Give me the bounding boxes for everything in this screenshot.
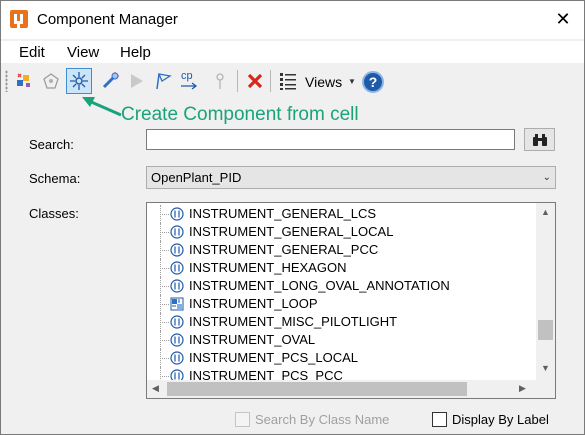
- class-name: INSTRUMENT_GENERAL_LCS: [189, 206, 377, 221]
- scroll-down-icon[interactable]: ▼: [541, 363, 550, 373]
- new-component-icon: [17, 73, 30, 87]
- classes-label: Classes:: [29, 206, 79, 221]
- chevron-down-icon: ▼: [348, 77, 356, 86]
- class-list-item[interactable]: INSTRUMENT_PCS_LOCAL: [147, 349, 535, 367]
- instrument-class-icon: [170, 225, 184, 239]
- menu-view[interactable]: View: [67, 44, 99, 61]
- pin-button[interactable]: [207, 68, 233, 94]
- display-by-label-checkbox[interactable]: [432, 412, 447, 427]
- search-by-class-name-label: Search By Class Name: [255, 412, 390, 427]
- wand-tool-icon: [102, 72, 119, 89]
- horizontal-scroll-thumb[interactable]: [167, 382, 467, 396]
- class-name: INSTRUMENT_LONG_OVAL_ANNOTATION: [189, 278, 450, 293]
- instrument-class-icon: [170, 333, 184, 347]
- callout-arrow-icon: [82, 97, 122, 117]
- list-view-icon: [280, 73, 296, 90]
- chevron-down-icon: ⌄: [542, 172, 551, 183]
- instrument-class-icon: [170, 279, 184, 293]
- menu-edit[interactable]: Edit: [19, 44, 45, 61]
- list-view-button[interactable]: [275, 68, 301, 94]
- instrument-class-icon: [170, 207, 184, 221]
- display-by-label-label: Display By Label: [452, 412, 549, 427]
- class-name: INSTRUMENT_GENERAL_LOCAL: [189, 224, 394, 239]
- wand-tool-button[interactable]: [97, 68, 123, 94]
- tree-connector: [160, 214, 169, 215]
- window-title: Component Manager: [37, 11, 178, 28]
- app-icon: [10, 10, 28, 28]
- component-from-shape-button[interactable]: [38, 68, 64, 94]
- tree-connector: [160, 250, 169, 251]
- search-by-class-name-checkbox[interactable]: [235, 412, 250, 427]
- class-list-item[interactable]: INSTRUMENT_LOOP: [147, 295, 535, 313]
- class-list-item[interactable]: INSTRUMENT_MISC_PILOTLIGHT: [147, 313, 535, 331]
- scroll-up-icon[interactable]: ▲: [541, 207, 550, 217]
- vertical-scroll-thumb[interactable]: [538, 320, 553, 340]
- menu-help[interactable]: Help: [120, 44, 151, 61]
- scrollbar-corner: [536, 380, 555, 398]
- cp-text: cp: [181, 70, 193, 82]
- flag-button[interactable]: [150, 68, 176, 94]
- search-input[interactable]: [146, 129, 515, 150]
- class-list-item[interactable]: INSTRUMENT_GENERAL_LCS: [147, 205, 535, 223]
- tree-connector: [160, 322, 169, 323]
- search-button[interactable]: [524, 128, 555, 151]
- new-component-button[interactable]: [11, 68, 37, 94]
- tree-connector: [160, 304, 169, 305]
- help-icon[interactable]: ?: [362, 71, 384, 93]
- toolbar-grip[interactable]: [5, 70, 8, 92]
- binoculars-icon: [532, 133, 547, 146]
- tree-connector: [160, 376, 169, 377]
- tree-connector: [160, 268, 169, 269]
- instrument-class-icon: [170, 351, 184, 365]
- toolbar-separator: [237, 70, 238, 92]
- instrument-class-icon: [170, 315, 184, 329]
- create-component-from-cell-icon: [43, 73, 59, 89]
- tree-connector: [160, 286, 169, 287]
- callout-text: Create Component from cell: [121, 104, 359, 125]
- instrument-class-icon: [170, 243, 184, 257]
- views-dropdown[interactable]: Views: [305, 74, 342, 90]
- delete-button[interactable]: [242, 68, 268, 94]
- create-component-from-cell-button[interactable]: [66, 68, 92, 94]
- class-list-item[interactable]: INSTRUMENT_GENERAL_PCC: [147, 241, 535, 259]
- tree-connector: [160, 232, 169, 233]
- flag-icon: [156, 73, 172, 90]
- instrument-class-icon: [170, 261, 184, 275]
- class-name: INSTRUMENT_HEXAGON: [189, 260, 347, 275]
- classes-tree[interactable]: INSTRUMENT_GENERAL_LCS INSTRUMENT_GENERAL…: [146, 202, 556, 399]
- class-name: INSTRUMENT_OVAL: [189, 332, 316, 347]
- component-manager-window: Component Manager ✕ Edit View Help cp Vi…: [0, 0, 585, 435]
- create-component-from-cell-active-icon: [70, 72, 88, 90]
- tree-connector: [160, 340, 169, 341]
- search-label: Search:: [29, 137, 74, 152]
- run-button[interactable]: [123, 68, 149, 94]
- schema-value: OpenPlant_PID: [151, 170, 242, 185]
- scroll-left-icon[interactable]: ◀: [152, 383, 159, 394]
- vertical-scrollbar[interactable]: ▲ ▼: [536, 203, 555, 381]
- class-name: INSTRUMENT_MISC_PILOTLIGHT: [189, 314, 398, 329]
- delete-icon: [247, 73, 263, 89]
- class-list-item[interactable]: INSTRUMENT_GENERAL_LOCAL: [147, 223, 535, 241]
- class-name: INSTRUMENT_GENERAL_PCC: [189, 242, 379, 257]
- class-list-item[interactable]: INSTRUMENT_HEXAGON: [147, 259, 535, 277]
- menu-bar: Edit View Help: [1, 41, 584, 63]
- schema-label: Schema:: [29, 171, 81, 186]
- title-bar: Component Manager ✕: [1, 1, 584, 39]
- class-name: INSTRUMENT_PCS_LOCAL: [189, 350, 359, 365]
- schema-dropdown[interactable]: OpenPlant_PID ⌄: [146, 166, 556, 189]
- class-list-item[interactable]: INSTRUMENT_OVAL: [147, 331, 535, 349]
- copy-properties-button[interactable]: cp: [177, 68, 203, 94]
- play-icon: [131, 74, 143, 88]
- tree-connector: [160, 358, 169, 359]
- loop-class-icon: [170, 297, 184, 311]
- class-name: INSTRUMENT_LOOP: [189, 296, 318, 311]
- class-list-item[interactable]: INSTRUMENT_LONG_OVAL_ANNOTATION: [147, 277, 535, 295]
- close-button[interactable]: ✕: [550, 7, 576, 31]
- horizontal-scrollbar[interactable]: ◀ ▶: [147, 380, 536, 398]
- pin-icon: [216, 73, 224, 89]
- copy-properties-icon: cp: [181, 70, 198, 90]
- scroll-right-icon[interactable]: ▶: [519, 383, 526, 394]
- classes-list: INSTRUMENT_GENERAL_LCS INSTRUMENT_GENERAL…: [147, 205, 535, 385]
- toolbar-separator: [270, 70, 271, 92]
